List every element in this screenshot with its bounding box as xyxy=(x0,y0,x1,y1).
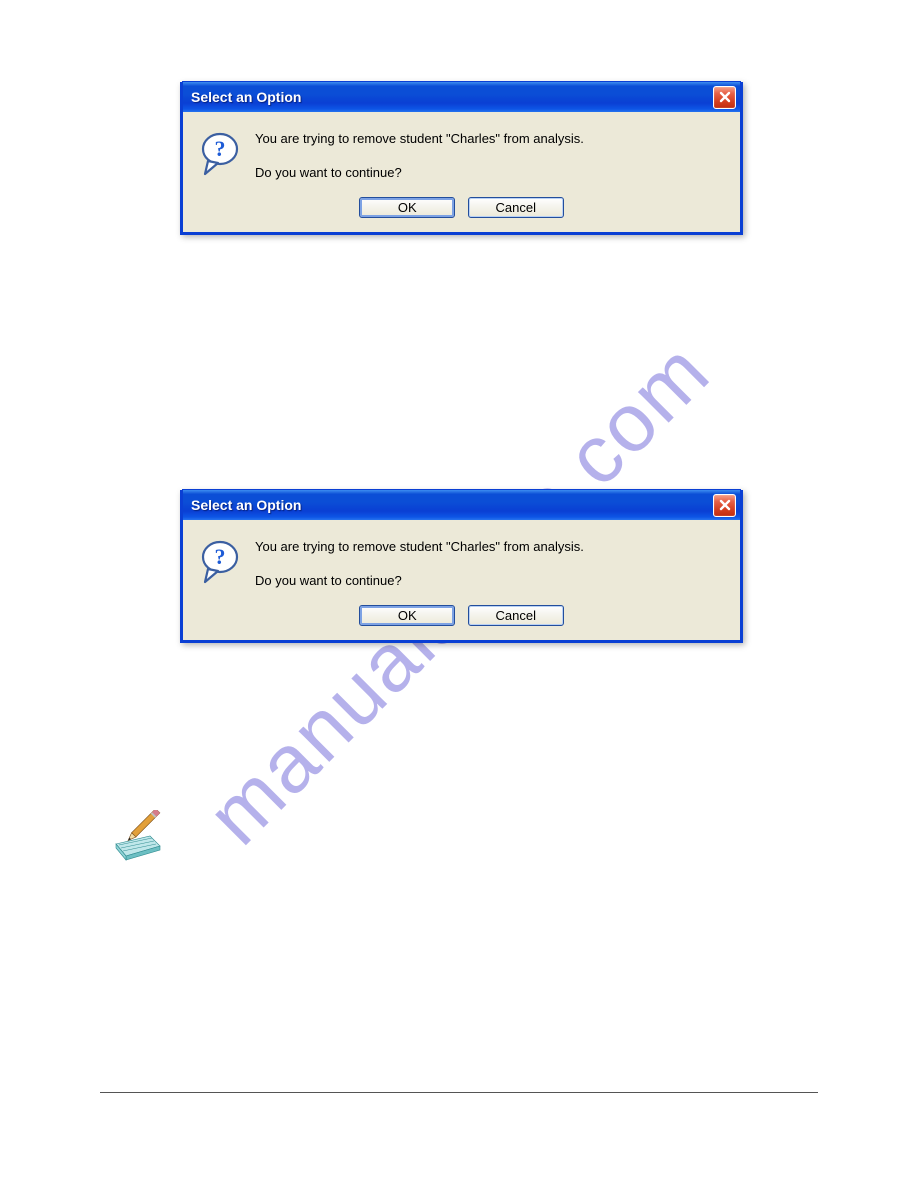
ok-button[interactable]: OK xyxy=(359,605,455,626)
dialog-icon-column: ? xyxy=(201,538,255,591)
titlebar[interactable]: Select an Option xyxy=(182,81,741,112)
ok-button[interactable]: OK xyxy=(359,197,455,218)
dialog-text-column: You are trying to remove student "Charle… xyxy=(255,538,722,591)
close-icon xyxy=(719,91,731,103)
question-icon: ? xyxy=(201,165,243,182)
dialog-title: Select an Option xyxy=(191,497,301,513)
cancel-button[interactable]: Cancel xyxy=(468,197,564,218)
dialog-icon-column: ? xyxy=(201,130,255,183)
document-page: manualshive.com Select an Option ? xyxy=(0,0,918,1188)
dialog-button-row: OK Cancel xyxy=(183,195,740,232)
dialog-button-row: OK Cancel xyxy=(183,603,740,640)
dialog-message-1: You are trying to remove student "Charle… xyxy=(255,130,722,148)
note-pencil-icon xyxy=(110,810,168,868)
svg-text:?: ? xyxy=(215,544,226,569)
titlebar[interactable]: Select an Option xyxy=(182,489,741,520)
dialog-message-2: Do you want to continue? xyxy=(255,164,722,182)
dialog-message-2: Do you want to continue? xyxy=(255,572,722,590)
question-icon: ? xyxy=(201,573,243,590)
cancel-button[interactable]: Cancel xyxy=(468,605,564,626)
dialog-body: ? You are trying to remove student "Char… xyxy=(183,112,740,195)
close-button[interactable] xyxy=(713,494,736,517)
dialog-title: Select an Option xyxy=(191,89,301,105)
confirm-dialog-1: Select an Option ? You are trying to rem xyxy=(180,82,743,235)
dialog-body: ? You are trying to remove student "Char… xyxy=(183,520,740,603)
horizontal-rule xyxy=(100,1092,818,1093)
close-button[interactable] xyxy=(713,86,736,109)
svg-text:?: ? xyxy=(215,136,226,161)
close-icon xyxy=(719,499,731,511)
dialog-text-column: You are trying to remove student "Charle… xyxy=(255,130,722,183)
dialog-message-1: You are trying to remove student "Charle… xyxy=(255,538,722,556)
confirm-dialog-2: Select an Option ? You are trying to rem xyxy=(180,490,743,643)
